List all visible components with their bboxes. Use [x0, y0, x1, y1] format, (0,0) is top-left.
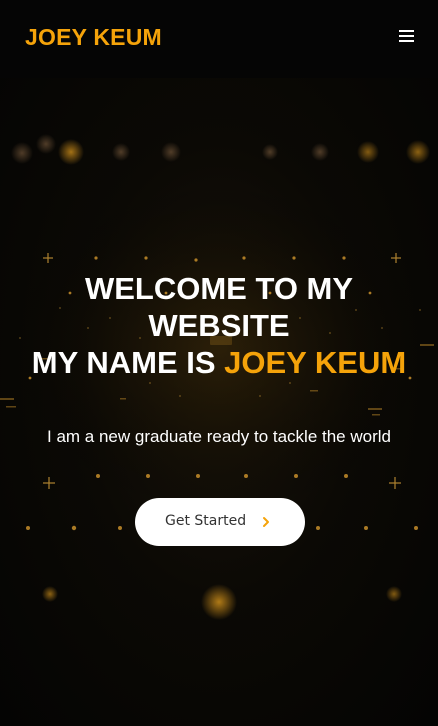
menu-bar — [399, 35, 414, 37]
headline-prefix: MY NAME IS — [31, 345, 225, 380]
hero-tagline: I am a new graduate ready to tackle the … — [47, 427, 391, 446]
hamburger-menu-icon[interactable] — [399, 30, 414, 44]
chevron-right-icon — [263, 517, 269, 527]
get-started-label: Get Started — [165, 513, 247, 529]
headline-line-3: MY NAME IS JOEY KEUM — [0, 344, 438, 381]
menu-bar — [399, 40, 414, 42]
headline-line-1: WELCOME TO MY — [84, 271, 354, 306]
hero-section: WELCOME TO MY WEBSITE MY NAME IS JOEY KE… — [0, 78, 438, 726]
menu-bar — [399, 30, 414, 32]
site-header: JOEY KEUM — [0, 0, 438, 78]
get-started-button[interactable]: Get Started — [135, 498, 305, 546]
site-logo[interactable]: JOEY KEUM — [25, 24, 162, 51]
hero-background-art — [0, 134, 438, 620]
headline-name: JOEY KEUM — [224, 345, 407, 380]
hero-headline: WELCOME TO MY WEBSITE MY NAME IS JOEY KE… — [0, 270, 438, 381]
headline-line-2: WEBSITE — [148, 308, 290, 343]
